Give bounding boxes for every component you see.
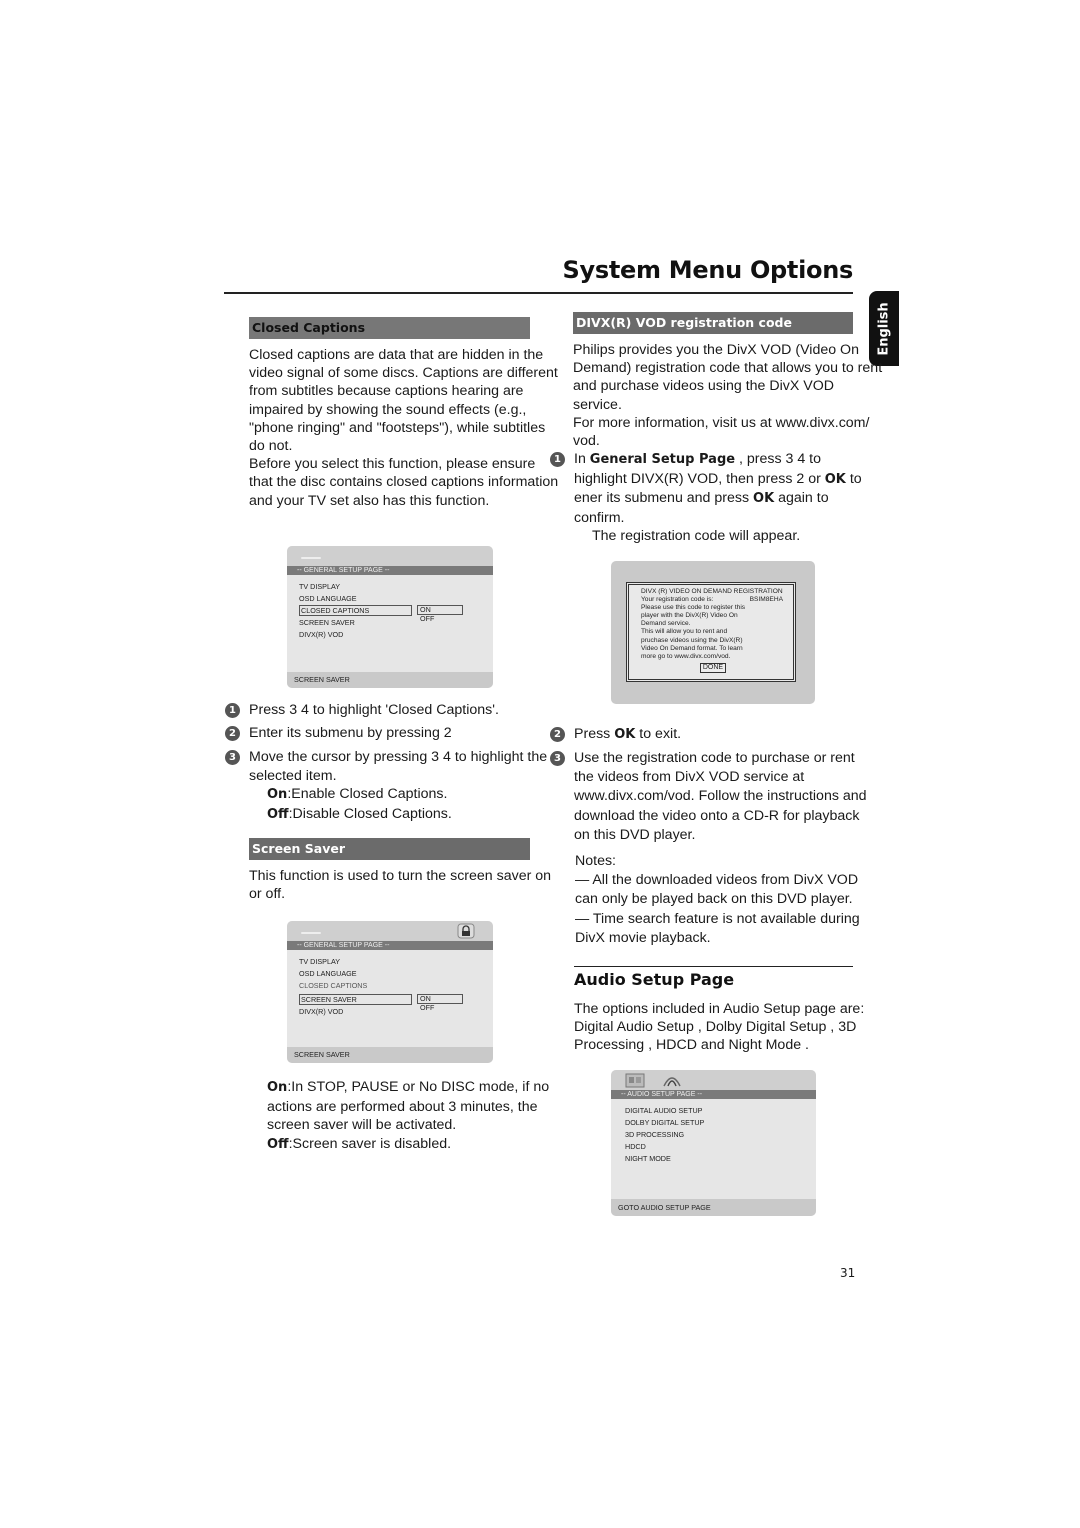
- step-number-icon: 2: [225, 726, 240, 741]
- osd-page-title: -- GENERAL SETUP PAGE --: [287, 566, 493, 575]
- title-divider: [224, 292, 853, 294]
- step-text: Press 3 4 to highlight 'Closed Captions'…: [249, 702, 499, 718]
- option-description: Off:Disable Closed Captions.: [267, 805, 452, 822]
- screen-saver-description: This function is used to turn the screen…: [249, 868, 552, 903]
- osd-top-bar: [611, 1070, 816, 1090]
- lock-icon: [457, 923, 475, 939]
- notes: Notes: — All the downloaded videos from …: [575, 852, 875, 948]
- osd-top-bar: [287, 921, 493, 941]
- step-number-icon: 3: [225, 750, 240, 765]
- closed-captions-description: Closed captions are data that are hidden…: [249, 346, 561, 510]
- registration-dialog: DIVX (R) VIDEO ON DEMAND REGISTRATION Yo…: [626, 582, 796, 682]
- osd-menu-item: TV DISPLAY: [299, 582, 341, 591]
- divx-registration-osd-screenshot: DIVX (R) VIDEO ON DEMAND REGISTRATION Yo…: [611, 561, 815, 704]
- osd-menu-item: TV DISPLAY: [299, 957, 341, 966]
- audio-section-divider: [574, 966, 853, 967]
- step-text: Enter its submenu by pressing 2: [249, 725, 452, 741]
- audio-setup-description: The options included in Audio Setup page…: [574, 1001, 865, 1054]
- disc-logo-icon: [301, 932, 321, 934]
- step-number-icon: 1: [550, 452, 565, 467]
- osd-menu-item: HDCD: [625, 1142, 646, 1151]
- step-item: 3 Use the registration code to purchase …: [550, 749, 876, 845]
- audio-setup-osd-screenshot: -- AUDIO SETUP PAGE -- DIGITAL AUDIO SET…: [611, 1070, 816, 1216]
- osd-menu-list: TV DISPLAY OSD LANGUAGE CLOSED CAPTIONS …: [287, 575, 493, 641]
- divx-paragraph: For more information, visit us at www.di…: [573, 414, 870, 450]
- registration-code-row: Your registration code is: BSIM8EHA: [641, 596, 783, 604]
- osd-footer: GOTO AUDIO SETUP PAGE: [611, 1199, 816, 1216]
- screen-saver-osd-screenshot: -- GENERAL SETUP PAGE -- TV DISPLAY OSD …: [287, 921, 493, 1063]
- osd-footer: SCREEN SAVER: [287, 1047, 493, 1063]
- step-number-icon: 1: [225, 703, 240, 718]
- osd-page-title: -- GENERAL SETUP PAGE --: [287, 941, 493, 950]
- divx-description: Philips provides you the DivX VOD (Video…: [573, 341, 883, 450]
- osd-menu-list: TV DISPLAY OSD LANGUAGE CLOSED CAPTIONS …: [287, 950, 493, 1018]
- registration-code: BSIM8EHA: [749, 596, 783, 604]
- option-description: On:In STOP, PAUSE or No DISC mode, if no…: [267, 1079, 550, 1134]
- step-result: The registration code will appear.: [592, 528, 801, 545]
- osd-page-title: -- AUDIO SETUP PAGE --: [611, 1090, 816, 1099]
- osd-menu-item: DIGITAL AUDIO SETUP: [625, 1106, 703, 1115]
- osd-top-bar: [287, 546, 493, 566]
- step-text: Move the cursor by pressing 3 4 to highl…: [249, 749, 548, 784]
- option-description: On:Enable Closed Captions.: [267, 786, 448, 803]
- screen-saver-heading: Screen Saver: [249, 838, 530, 860]
- divx-paragraph: Philips provides you the DivX VOD (Video…: [573, 342, 883, 413]
- audio-setup-heading: Audio Setup Page: [574, 970, 735, 989]
- step-item: 1 Press 3 4 to highlight 'Closed Caption…: [225, 701, 559, 720]
- osd-menu-item: CLOSED CAPTIONS: [299, 981, 368, 990]
- closed-captions-paragraph: Before you select this function, please …: [249, 456, 559, 509]
- osd-menu-item: OSD LANGUAGE: [299, 594, 357, 603]
- note-item: — All the downloaded videos from DivX VO…: [575, 872, 859, 908]
- page-number: 31: [840, 1266, 856, 1280]
- divx-heading: DIVX(R) VOD registration code: [573, 312, 853, 334]
- osd-footer: SCREEN SAVER: [287, 672, 493, 688]
- closed-captions-osd-screenshot: -- GENERAL SETUP PAGE -- TV DISPLAY OSD …: [287, 546, 493, 688]
- step-number-icon: 3: [550, 751, 565, 766]
- osd-menu-item-selected: SCREEN SAVER ON OFF: [299, 994, 493, 1012]
- osd-menu-item: 3D PROCESSING: [625, 1130, 685, 1139]
- osd-menu-item: NIGHT MODE: [625, 1154, 671, 1163]
- page-title: System Menu Options: [562, 256, 854, 284]
- osd-menu-item: SCREEN SAVER: [299, 618, 355, 627]
- disc-logo-icon: [301, 557, 321, 559]
- option-description: Off:Screen saver is disabled.: [267, 1135, 452, 1152]
- note-item: — Time search feature is not available d…: [575, 910, 860, 946]
- notes-label: Notes:: [575, 853, 617, 869]
- step-item: 3 Move the cursor by pressing 3 4 to hig…: [225, 748, 549, 824]
- osd-menu-item: DOLBY DIGITAL SETUP: [625, 1118, 705, 1127]
- step-item: 2 Press OK to exit.: [550, 725, 874, 745]
- step-number-icon: 2: [550, 727, 565, 742]
- screen-saver-options: On:In STOP, PAUSE or No DISC mode, if no…: [249, 1078, 564, 1154]
- speaker-settings-icon: [625, 1073, 645, 1088]
- step-item: 1 In General Setup Page , press 3 4 to h…: [550, 450, 874, 546]
- step-item: 2 Enter its submenu by pressing 2: [225, 724, 559, 743]
- registration-title: DIVX (R) VIDEO ON DEMAND REGISTRATION: [641, 588, 783, 595]
- osd-menu-item: DIVX(R) VOD: [299, 1007, 344, 1016]
- closed-captions-heading: Closed Captions: [249, 317, 530, 339]
- osd-menu-item-selected: CLOSED CAPTIONS ON OFF: [299, 605, 493, 623]
- closed-captions-paragraph: Closed captions are data that are hidden…: [249, 347, 558, 455]
- dolby-sound-icon: [661, 1072, 681, 1087]
- step-text: Use the registration code to purchase or…: [574, 750, 867, 843]
- done-button: DONE: [700, 662, 726, 673]
- osd-menu-list: DIGITAL AUDIO SETUP DOLBY DIGITAL SETUP …: [611, 1099, 816, 1165]
- osd-menu-item: DIVX(R) VOD: [299, 630, 344, 639]
- osd-menu-item: OSD LANGUAGE: [299, 969, 357, 978]
